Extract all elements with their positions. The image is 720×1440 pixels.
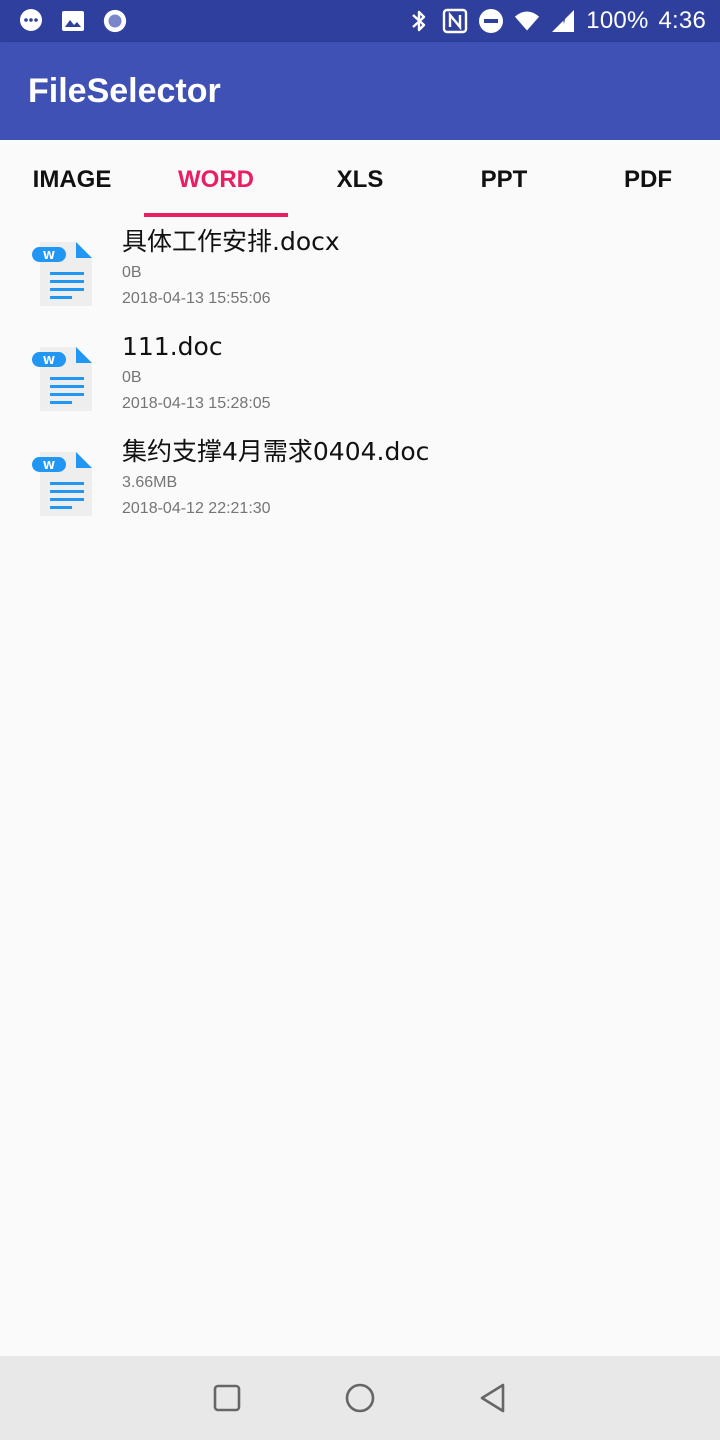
recents-square-icon[interactable]	[205, 1376, 249, 1420]
file-info: 集约支撑4月需求0404.doc 3.66MB 2018-04-12 22:21…	[122, 434, 710, 520]
word-file-icon: W	[30, 341, 94, 413]
svg-text:W: W	[43, 249, 55, 262]
file-date: 2018-04-12 22:21:30	[122, 500, 271, 517]
do-not-disturb-icon	[478, 8, 504, 34]
app-title: FileSelector	[28, 71, 221, 110]
tab-xls[interactable]: XLS	[288, 140, 432, 220]
back-triangle-icon[interactable]	[471, 1376, 515, 1420]
bluetooth-icon	[406, 8, 432, 34]
signal-icon	[550, 8, 576, 34]
tab-pdf[interactable]: PDF	[576, 140, 720, 220]
navigation-bar	[0, 1356, 720, 1440]
tab-label: PDF	[624, 166, 672, 193]
file-date: 2018-04-13 15:28:05	[122, 395, 271, 412]
tab-label: WORD	[178, 166, 254, 193]
status-bar: 100% 4:36	[0, 0, 720, 42]
list-item[interactable]: W 集约支撑4月需求0404.doc 3.66MB 2018-04-12 22:…	[0, 430, 720, 535]
tab-label: PPT	[480, 166, 528, 193]
image-icon	[60, 8, 86, 34]
file-size: 0B	[122, 369, 142, 386]
file-date: 2018-04-13 15:55:06	[122, 290, 271, 307]
file-name: 111.doc	[122, 332, 223, 361]
file-name: 集约支撑4月需求0404.doc	[122, 437, 430, 466]
status-bar-notifications	[18, 8, 144, 34]
tab-label: IMAGE	[32, 166, 112, 193]
file-info: 具体工作安排.docx 0B 2018-04-13 15:55:06	[122, 224, 710, 310]
wifi-icon	[514, 8, 540, 34]
status-bar-system: 100% 4:36	[396, 7, 706, 35]
file-name: 具体工作安排.docx	[122, 227, 340, 256]
tab-word[interactable]: WORD	[144, 140, 288, 220]
chat-bubble-icon	[18, 8, 44, 34]
file-info: 111.doc 0B 2018-04-13 15:28:05	[122, 329, 710, 415]
svg-text:W: W	[43, 354, 55, 367]
word-file-icon: W	[30, 236, 94, 308]
list-item[interactable]: W 111.doc 0B 2018-04-13 15:28:05	[0, 325, 720, 430]
svg-text:W: W	[43, 459, 55, 472]
file-list: W 具体工作安排.docx 0B 2018-04-13 15:55:06 W 1…	[0, 220, 720, 535]
file-size: 3.66MB	[122, 474, 178, 491]
file-type-tabs: IMAGE WORD XLS PPT PDF	[0, 140, 720, 220]
home-circle-icon[interactable]	[338, 1376, 382, 1420]
list-item[interactable]: W 具体工作安排.docx 0B 2018-04-13 15:55:06	[0, 220, 720, 325]
circle-record-icon	[102, 8, 128, 34]
nfc-icon	[442, 8, 468, 34]
app-bar: FileSelector	[0, 42, 720, 140]
file-size: 0B	[122, 264, 142, 281]
tab-indicator	[144, 213, 288, 217]
tab-ppt[interactable]: PPT	[432, 140, 576, 220]
tab-label: XLS	[336, 166, 384, 193]
word-file-icon: W	[30, 446, 94, 518]
clock-text: 4:36	[658, 7, 706, 34]
tab-image[interactable]: IMAGE	[0, 140, 144, 220]
battery-text: 100%	[586, 7, 649, 34]
